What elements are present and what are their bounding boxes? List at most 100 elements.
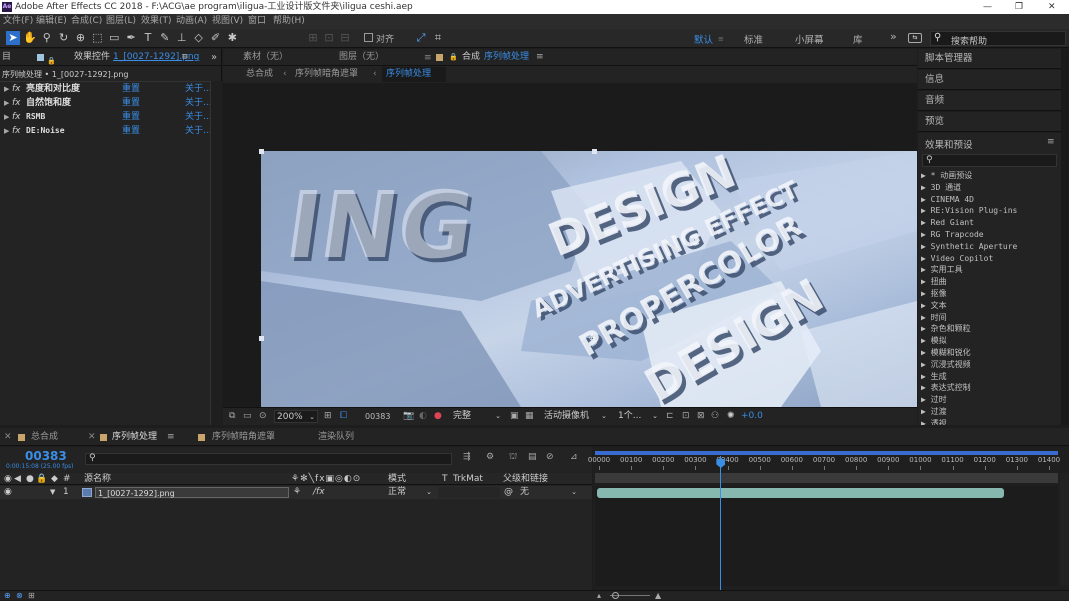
effects-category-item[interactable]: ▶ 扭曲	[921, 276, 1069, 288]
minimize-button[interactable]: —	[983, 0, 992, 14]
effects-category-item[interactable]: ▶ 时间	[921, 312, 1069, 324]
tab-main-comp[interactable]: 总合成	[31, 428, 58, 446]
effects-category-item[interactable]: ▶ 文本	[921, 300, 1069, 312]
comp-menu-icon[interactable]: ≡	[536, 49, 544, 65]
label-color-icon[interactable]: ◆	[51, 473, 58, 485]
timeline-icon[interactable]: ⊡	[682, 408, 690, 425]
draft-3d-icon[interactable]: ⚙	[486, 452, 494, 462]
crumb-vignette-mask[interactable]: 序列帧暗角遮罩	[295, 67, 358, 82]
collapse-switch-icon[interactable]: ⚘	[293, 486, 301, 499]
crumb-main-comp[interactable]: 总合成	[246, 67, 273, 82]
expand-triangle-icon[interactable]: ▶	[4, 82, 9, 96]
effects-category-item[interactable]: ▶ 透视	[921, 418, 1069, 425]
close-tab-icon[interactable]: ✕	[4, 428, 12, 446]
shy-layers-icon[interactable]: ⛫	[509, 452, 517, 463]
comp-mini-flowchart-icon[interactable]: ⇶	[463, 452, 471, 462]
audio-header[interactable]: 音频	[918, 91, 1061, 111]
tab-layer[interactable]: 图层（无）	[339, 49, 384, 65]
effect-about-link[interactable]: 关于...	[185, 82, 212, 96]
effects-category-item[interactable]: ▶ * 动画预设	[921, 170, 1069, 182]
fx-icon[interactable]: fx	[12, 124, 21, 138]
region-of-interest-icon[interactable]: ▣	[510, 408, 519, 425]
expand-triangle-icon[interactable]: ▶	[4, 110, 9, 124]
effects-category-item[interactable]: ▶ 实用工具	[921, 264, 1069, 276]
effects-category-item[interactable]: ▶ CINEMA 4D	[921, 194, 1069, 206]
parent-pickwhip-icon[interactable]: @	[504, 486, 513, 499]
parent-dropdown[interactable]: 无 ⌄	[517, 487, 579, 498]
effects-category-item[interactable]: ▶ 模拟	[921, 335, 1069, 347]
col-mode[interactable]: 模式	[388, 473, 406, 485]
layer-name-field[interactable]: 1_[0027-1292].png	[95, 487, 289, 498]
comp-tab-prefix[interactable]: 合成	[462, 49, 480, 65]
workspace-standard[interactable]: 标准	[744, 32, 763, 46]
effect-about-link[interactable]: 关于...	[185, 96, 212, 110]
pen-tool-icon[interactable]: ✒	[124, 31, 138, 45]
exposure-icon[interactable]: ✺	[727, 408, 735, 425]
hand-tool-icon[interactable]: ✋	[23, 31, 37, 45]
effects-search-input[interactable]: ⚲	[922, 154, 1057, 167]
fast-preview-icon[interactable]: ⊏	[666, 408, 674, 425]
playhead-line[interactable]	[720, 456, 722, 590]
menu-edit[interactable]: 编辑(E)	[36, 14, 67, 29]
flowchart-icon[interactable]: ⚇	[711, 408, 719, 425]
pan-behind-tool-icon[interactable]: ⬚	[90, 31, 104, 45]
col-trkmat[interactable]: TrkMat	[453, 473, 483, 485]
project-tab-stub[interactable]: 目	[2, 49, 11, 65]
layer-visibility-icon[interactable]: ◉	[4, 486, 12, 499]
view-axis-icon[interactable]: ⊟	[338, 31, 352, 45]
lock-icon[interactable]: 🔒	[47, 53, 56, 65]
snapshot-icon[interactable]: 📷	[403, 408, 414, 425]
effect-controls-title[interactable]: 效果控件	[74, 49, 110, 65]
workspace-default[interactable]: 默认	[694, 32, 713, 46]
effect-row-de-noise[interactable]: ▶ fx DE:Noise 重置 关于...	[0, 124, 214, 138]
script-manager-header[interactable]: 脚本管理器	[918, 49, 1061, 69]
lock-icon[interactable]: 🔒	[36, 473, 47, 485]
comp-tab-name[interactable]: 序列帧处理	[484, 49, 529, 65]
effects-category-item[interactable]: ▶ Synthetic Aperture	[921, 241, 1069, 253]
mask-visibility-icon[interactable]: ⧠	[340, 408, 347, 425]
blend-mode-dropdown[interactable]: 正常 ⌄	[388, 487, 434, 498]
trkmat-dropdown[interactable]	[438, 487, 500, 498]
layer-handle[interactable]	[259, 149, 264, 154]
crumb-current[interactable]: 序列帧处理	[382, 67, 446, 82]
effects-category-item[interactable]: ▶ 过时	[921, 394, 1069, 406]
effect-about-link[interactable]: 关于...	[185, 124, 212, 138]
workspace-small-screen[interactable]: 小屏幕	[795, 32, 824, 46]
current-timecode[interactable]: 00383	[25, 449, 67, 463]
tab-render-queue[interactable]: 渲染队列	[318, 428, 354, 446]
audio-toggle-icon[interactable]: ◀	[14, 473, 21, 485]
layer-switches-icon[interactable]: ⚘✻╲fx▣◎◐⊙	[291, 473, 361, 485]
rectangle-tool-icon[interactable]: ▭	[107, 31, 121, 45]
fx-icon[interactable]: fx	[12, 96, 21, 110]
info-header[interactable]: 信息	[918, 70, 1061, 90]
selection-tool-icon[interactable]: ➤	[6, 31, 20, 45]
effect-about-link[interactable]: 关于...	[185, 110, 212, 124]
menu-window[interactable]: 窗口	[248, 14, 266, 29]
frame-blending-icon[interactable]: ▤	[528, 452, 537, 462]
monitor-icon[interactable]: ▭	[243, 408, 252, 425]
effects-category-item[interactable]: ▶ 抠像	[921, 288, 1069, 300]
comp-frame-image[interactable]: ING DESIGN ADVERTISING EFFECT PROPERCOLO…	[261, 151, 917, 407]
expand-triangle-icon[interactable]: ▼	[50, 486, 55, 499]
viewer-timecode[interactable]: 00383	[365, 408, 390, 425]
effect-row-brightness-contrast[interactable]: ▶ fx 亮度和对比度 重置 关于...	[0, 82, 214, 96]
close-tab-icon[interactable]: ✕	[88, 428, 96, 446]
world-axis-icon[interactable]: ⊡	[322, 31, 336, 45]
sync-settings-icon[interactable]: ⇆	[908, 33, 922, 43]
layer-row[interactable]: ◉ ▼ 1 1_[0027-1292].png ⚘ /fx 正常 ⌄ @ 无 ⌄	[0, 486, 592, 499]
panel-menu-icon[interactable]: ≡	[167, 428, 175, 446]
layer-duration-bar[interactable]	[597, 488, 1005, 498]
comp-flowchart-icon[interactable]: ⊠	[697, 408, 705, 425]
anchor-point-icon[interactable]: ⌖	[588, 331, 595, 346]
snap-checkbox[interactable]	[364, 33, 373, 42]
fx-icon[interactable]: fx	[12, 110, 21, 124]
workspace-more-icon[interactable]: »	[890, 30, 897, 43]
zoom-tool-icon[interactable]: ⚲	[40, 31, 54, 45]
effects-category-item[interactable]: ▶ RG Trapcode	[921, 229, 1069, 241]
time-navigator[interactable]	[595, 473, 1058, 483]
menu-file[interactable]: 文件(F)	[3, 14, 33, 29]
tab-footage[interactable]: 素材（无）	[243, 49, 288, 65]
col-parent[interactable]: 父级和链接	[503, 473, 548, 485]
maximize-button[interactable]: ❐	[1015, 0, 1023, 14]
menu-effect[interactable]: 效果(T)	[141, 14, 172, 29]
